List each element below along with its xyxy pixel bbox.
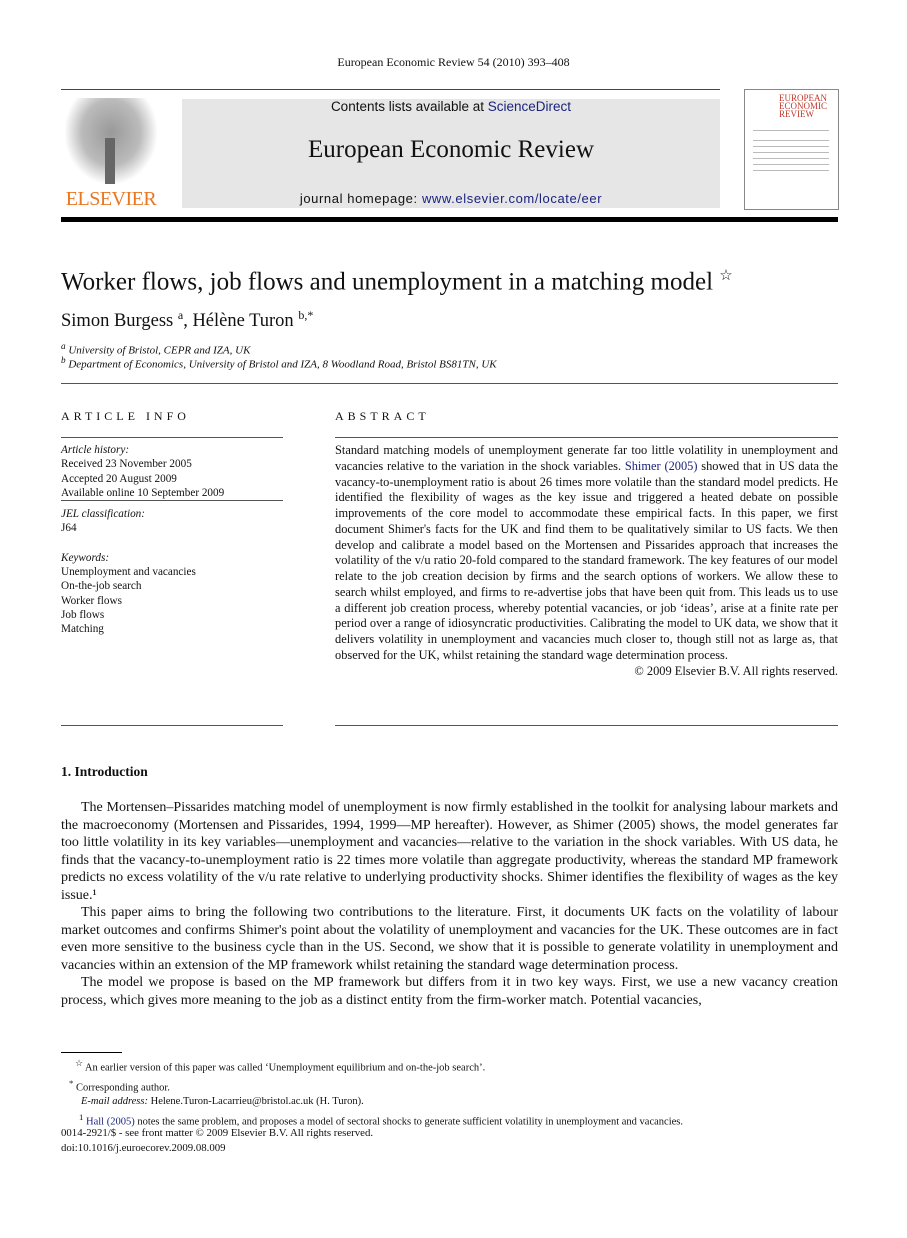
abstract-heading: ABSTRACT [335,409,430,423]
introduction-body: The Mortensen–Pissarides matching model … [61,799,838,1009]
homepage-prefix: journal homepage: [299,191,422,206]
logo-wordmark: ELSEVIER [65,188,157,210]
paper-page: European Economic Review 54 (2010) 393–4… [0,0,907,1238]
footnote: ☆ An earlier version of this paper was c… [61,1056,838,1076]
homepage-link[interactable]: www.elsevier.com/locate/eer [422,191,602,206]
elsevier-logo: ELSEVIER [61,98,161,210]
cover-thumbnail: EUROPEAN ECONOMIC REVIEW [744,89,839,210]
history-label: Article history: [61,444,130,456]
contents-prefix: Contents lists available at [330,99,488,114]
issn-line: 0014-2921/$ - see front matter © 2009 El… [61,1127,374,1139]
divider [61,725,283,726]
footnote-rule [61,1052,122,1053]
affiliation-mark: a [61,341,66,351]
tree-trunk [105,138,115,184]
email-address[interactable]: Helene.Turon-Lacarrieu@bristol.ac.uk (H.… [151,1096,364,1107]
section-heading: 1. Introduction [61,764,148,779]
keywords-label: Keywords: [61,551,110,564]
keyword: Unemployment and vacancies [61,566,196,579]
abstract: Standard matching models of unemployment… [335,443,838,679]
journal-banner: Contents lists available at ScienceDirec… [182,99,720,208]
author-affiliation-mark[interactable]: b,* [298,308,313,322]
article-info-heading: ARTICLE INFO [61,409,190,423]
footnote-mark: 1 [79,1111,84,1122]
keyword: Matching [61,623,104,636]
cover-title: EUROPEAN ECONOMIC REVIEW [779,93,828,119]
header-bar [61,217,838,222]
history-item: Received 23 November 2005 [61,458,192,471]
article-info: Article history: Received 23 November 20… [61,443,283,637]
affiliation-mark: b [61,355,66,365]
history-item: Available online 10 September 2009 [61,486,283,502]
email-label: E-mail address: [81,1096,148,1108]
paragraph: The Mortensen–Pissarides matching model … [61,800,838,903]
author-list: Simon Burgess a, Hélène Turon b,* [61,308,313,332]
paragraph: This paper aims to bring the following t… [61,905,838,973]
header-rule [61,89,720,90]
footnote-text: An earlier version of this paper was cal… [84,1062,486,1074]
paragraph: The model we propose is based on the MP … [61,975,838,1008]
abstract-copyright: © 2009 Elsevier B.V. All rights reserved… [634,663,838,678]
footnotes: ☆ An earlier version of this paper was c… [61,1056,838,1129]
doi-line[interactable]: doi:10.1016/j.euroecorev.2009.08.009 [61,1141,373,1156]
title-footnote-star[interactable]: ☆ [719,268,732,284]
front-matter-info: 0014-2921/$ - see front matter © 2009 El… [61,1126,373,1155]
abstract-text: showed that in US data the vacancy-to-un… [335,458,838,662]
title-text: Worker flows, job flows and unemployment… [61,268,714,296]
keyword: Worker flows [61,594,122,607]
divider [61,383,838,384]
footnote-mark: ☆ [75,1058,83,1068]
author-name: Hélène Turon [192,311,294,332]
keyword: Job flows [61,608,105,621]
citation-link[interactable]: Shimer (2005) [625,459,698,473]
jel-label: JEL classification: [61,508,146,521]
journal-title: European Economic Review [307,136,594,163]
jel-code: J64 [61,522,77,535]
divider [335,725,838,726]
keyword: On-the-job search [61,580,142,593]
footnote-mark: * [69,1077,74,1088]
contents-line: Contents lists available at ScienceDirec… [182,99,720,114]
sciencedirect-link[interactable]: ScienceDirect [488,99,571,114]
history-item: Accepted 20 August 2009 [61,472,177,485]
article-title: Worker flows, job flows and unemployment… [61,266,733,296]
affiliation-text: Department of Economics, University of B… [68,358,497,371]
divider [335,437,838,438]
footnote-text: Corresponding author. [76,1082,170,1094]
divider [61,437,283,438]
affiliation: b Department of Economics, University of… [61,355,497,371]
running-head: European Economic Review 54 (2010) 393–4… [337,55,570,69]
author-name: Simon Burgess [61,311,174,332]
footnote: * Corresponding author. [61,1076,838,1096]
footnote: E-mail address: Helene.Turon-Lacarrieu@b… [61,1095,838,1109]
homepage-line: journal homepage: www.elsevier.com/locat… [182,191,720,206]
